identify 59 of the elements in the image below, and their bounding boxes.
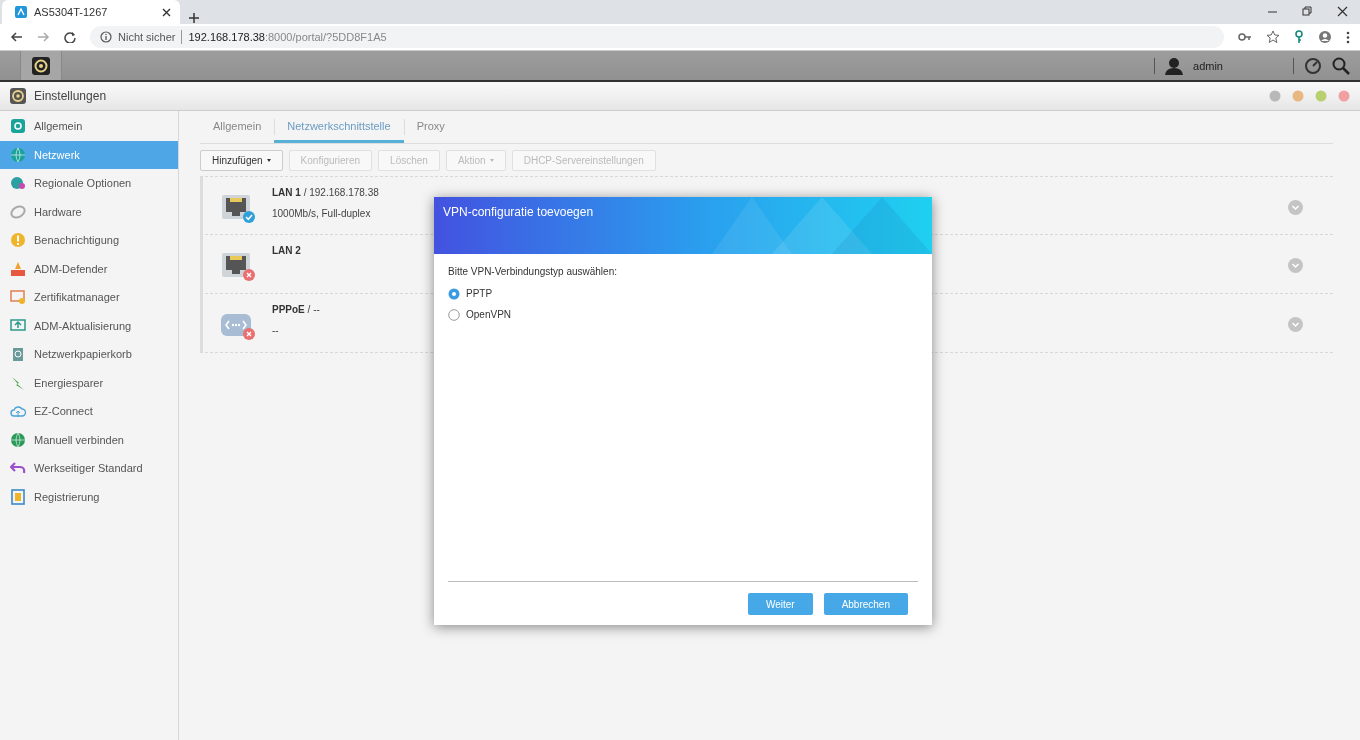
dialog-title: VPN-configuratie toevoegen (443, 205, 594, 219)
prompt-text: Bitte VPN-Verbindungstyp auswählen: (448, 266, 618, 277)
interface-name: LAN 1 / 192.168.178.38 (272, 187, 379, 198)
back-icon[interactable] (10, 31, 23, 43)
reload-icon[interactable] (64, 31, 76, 43)
interface-name: PPPoE / -- (272, 304, 320, 315)
info-icon (100, 31, 112, 43)
sidebar-item[interactable]: Hardware (0, 197, 178, 226)
monitor-icon (10, 317, 26, 334)
interface-status: 1000Mb/s, Full-duplex (272, 208, 371, 219)
document-icon (10, 488, 26, 505)
gauge-icon[interactable] (1304, 56, 1322, 75)
bin-icon (10, 346, 26, 363)
settings-icon (10, 88, 26, 104)
close-icon[interactable] (161, 6, 172, 18)
star-icon[interactable] (1266, 30, 1280, 44)
sidebar-item[interactable]: ADM-Aktualisierung (0, 311, 178, 340)
restore-icon[interactable] (1302, 5, 1313, 17)
radio-button[interactable] (448, 308, 460, 321)
key-icon[interactable] (1294, 30, 1304, 44)
ethernet-port-icon (221, 251, 251, 279)
key-icon[interactable] (1238, 31, 1252, 43)
settings-icon[interactable] (32, 56, 50, 75)
cloud-icon (10, 403, 26, 420)
sidebar-item[interactable]: Manuell verbinden (0, 425, 178, 454)
sidebar-item[interactable]: Regionale Optionen (0, 169, 178, 198)
menu-icon[interactable] (1346, 30, 1350, 44)
close-icon[interactable] (1337, 5, 1348, 17)
security-label: Nicht sicher (118, 31, 176, 43)
sidebar-item[interactable]: Allgemein (0, 112, 178, 141)
ethernet-port-icon (221, 193, 251, 221)
user-name[interactable]: admin (1193, 59, 1223, 72)
url-text: 192.168.178.38:8000/portal/?5DD8F1A5 (188, 31, 387, 43)
interface-status: -- (272, 325, 279, 336)
browser-tab[interactable]: AS5304T-1267 (2, 0, 180, 24)
option-label[interactable]: PPTP (466, 288, 493, 299)
option-label[interactable]: OpenVPN (466, 309, 512, 320)
site-icon (14, 5, 28, 19)
window-title: Einstellungen (34, 89, 108, 103)
app-icon (10, 118, 26, 135)
sidebar-item[interactable]: EZ-Connect (0, 397, 178, 426)
warning-icon (10, 232, 26, 249)
sidebar-item[interactable]: Energiesparer (0, 368, 178, 397)
sidebar-item[interactable]: ADM-Defender (0, 254, 178, 283)
sidebar-item[interactable]: Werkseitiger Standard (0, 454, 178, 483)
sidebar-item[interactable]: Registrierung (0, 482, 178, 511)
radio-button[interactable] (448, 287, 460, 300)
firewall-icon (10, 260, 26, 277)
user-icon[interactable] (1165, 56, 1184, 75)
dropdown-button[interactable]: Hinzufügen (200, 150, 283, 171)
sidebar-item[interactable]: Benachrichtigung (0, 226, 178, 255)
profile-icon[interactable] (1318, 30, 1332, 44)
address-bar[interactable]: Nicht sicher 192.168.178.38:8000/portal/?5DD8F1A5 (90, 26, 1224, 48)
certificate-icon (10, 289, 26, 306)
interface-name: LAN 2 (272, 245, 301, 256)
plus-icon[interactable] (188, 12, 200, 24)
search-icon[interactable] (1332, 56, 1350, 75)
sidebar-item[interactable]: Zertifikatmanager (0, 283, 178, 312)
sidebar-item[interactable]: Netzwerkpapierkorb (0, 340, 178, 369)
